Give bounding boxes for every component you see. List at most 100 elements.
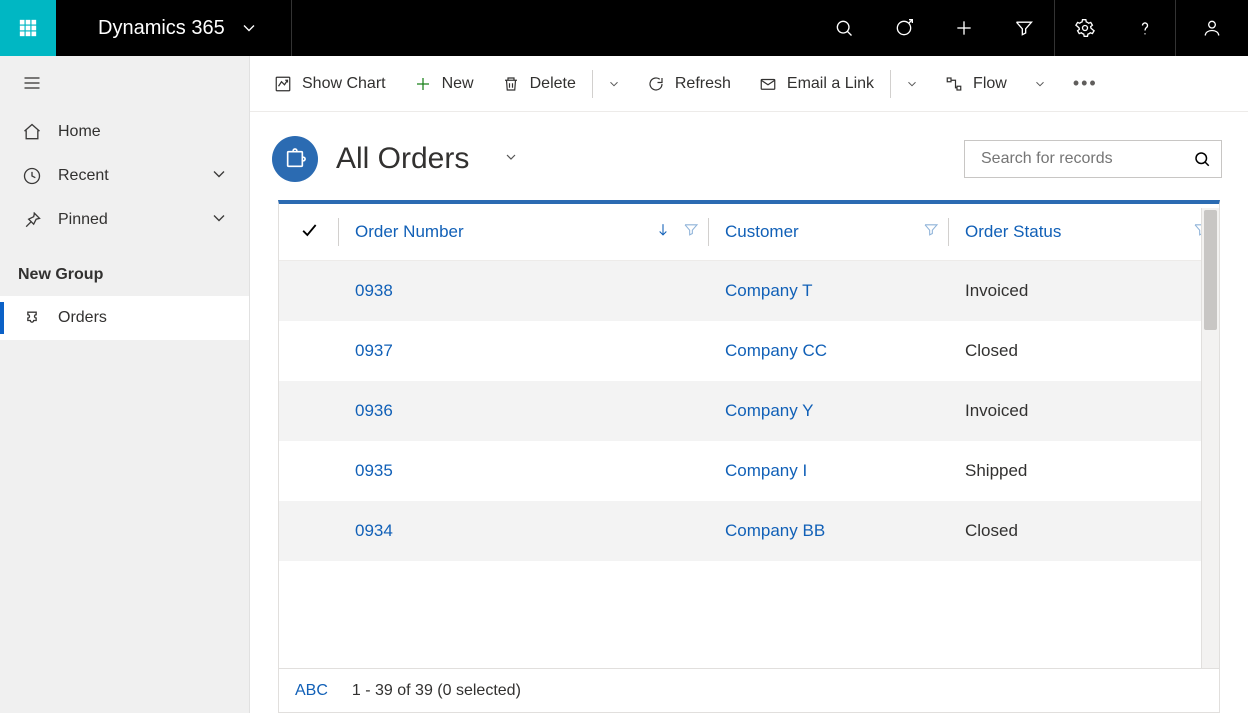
grid-container: Order Number Customer <box>278 200 1220 713</box>
person-icon <box>1202 18 1222 38</box>
view-selector-button[interactable] <box>503 149 519 170</box>
plus-icon <box>414 75 432 93</box>
more-commands-button[interactable]: ••• <box>1061 56 1110 111</box>
nav-pinned[interactable]: Pinned <box>0 198 249 242</box>
column-order-number[interactable]: Order Number <box>339 204 709 261</box>
table-row[interactable]: 0936Company YInvoiced <box>279 381 1219 441</box>
task-button[interactable] <box>874 0 934 56</box>
cell-status: Invoiced <box>949 261 1219 322</box>
filter-icon[interactable] <box>683 222 699 243</box>
cell-order-number[interactable]: 0936 <box>339 381 709 441</box>
pin-icon <box>22 210 42 230</box>
help-button[interactable] <box>1115 0 1175 56</box>
chevron-down-icon <box>607 77 621 91</box>
flow-icon <box>945 75 963 93</box>
cell-customer[interactable]: Company CC <box>709 321 949 381</box>
entity-icon <box>272 136 318 182</box>
delete-label: Delete <box>530 75 576 93</box>
gear-icon <box>1075 18 1095 38</box>
cell-customer[interactable]: Company T <box>709 261 949 322</box>
clock-icon <box>22 166 42 186</box>
flow-button[interactable]: Flow <box>933 56 1019 111</box>
search-icon <box>1193 150 1211 168</box>
app-launcher-button[interactable] <box>0 0 56 56</box>
nav-home[interactable]: Home <box>0 110 249 154</box>
nav-orders-label: Orders <box>58 309 107 327</box>
cell-order-number[interactable]: 0934 <box>339 501 709 561</box>
table-header-row: Order Number Customer <box>279 204 1219 261</box>
search-records-box[interactable] <box>964 140 1222 178</box>
add-button[interactable] <box>934 0 994 56</box>
filter-button[interactable] <box>994 0 1054 56</box>
column-order-status-label: Order Status <box>965 222 1061 241</box>
nav-recent[interactable]: Recent <box>0 154 249 198</box>
view-header: All Orders <box>250 112 1248 200</box>
view-title: All Orders <box>336 142 469 176</box>
table-row[interactable]: 0935Company IShipped <box>279 441 1219 501</box>
main-content: Show Chart New Delete Refresh <box>250 56 1248 713</box>
chevron-down-icon <box>239 18 259 38</box>
flow-label: Flow <box>973 75 1007 93</box>
cell-status: Closed <box>949 321 1219 381</box>
cell-order-number[interactable]: 0937 <box>339 321 709 381</box>
search-button[interactable] <box>814 0 874 56</box>
column-order-number-label: Order Number <box>355 222 464 241</box>
refresh-icon <box>647 75 665 93</box>
cell-customer[interactable]: Company Y <box>709 381 949 441</box>
table-row[interactable]: 0938Company TInvoiced <box>279 261 1219 322</box>
account-button[interactable] <box>1176 0 1248 56</box>
delete-button[interactable]: Delete <box>490 56 588 111</box>
flow-split-button[interactable] <box>1023 56 1057 111</box>
question-icon <box>1135 18 1155 38</box>
cell-customer[interactable]: Company I <box>709 441 949 501</box>
puzzle-icon <box>284 148 306 170</box>
filter-icon[interactable] <box>923 222 939 243</box>
footer-count: 1 - 39 of 39 (0 selected) <box>352 682 521 700</box>
new-button[interactable]: New <box>402 56 486 111</box>
chevron-down-icon <box>905 77 919 91</box>
cell-customer[interactable]: Company BB <box>709 501 949 561</box>
nav-home-label: Home <box>58 123 101 141</box>
select-all-column[interactable] <box>279 204 339 261</box>
home-icon <box>22 122 42 142</box>
settings-button[interactable] <box>1055 0 1115 56</box>
nav-orders[interactable]: Orders <box>0 296 249 340</box>
command-bar: Show Chart New Delete Refresh <box>250 56 1248 112</box>
show-chart-button[interactable]: Show Chart <box>262 56 398 111</box>
email-link-button[interactable]: Email a Link <box>747 56 886 111</box>
table-row[interactable]: 0937Company CCClosed <box>279 321 1219 381</box>
cell-order-number[interactable]: 0935 <box>339 441 709 501</box>
new-label: New <box>442 75 474 93</box>
sort-desc-icon[interactable] <box>655 222 671 243</box>
show-chart-label: Show Chart <box>302 75 386 93</box>
brand-area[interactable]: Dynamics 365 <box>56 0 292 56</box>
mail-icon <box>759 75 777 93</box>
chevron-down-icon <box>503 149 519 165</box>
cell-status: Shipped <box>949 441 1219 501</box>
search-records-input[interactable] <box>979 149 1193 169</box>
nav-collapse-button[interactable] <box>0 56 249 110</box>
search-icon <box>834 18 854 38</box>
ellipsis-icon: ••• <box>1073 73 1098 94</box>
refresh-button[interactable]: Refresh <box>635 56 743 111</box>
chart-icon <box>274 75 292 93</box>
table-row[interactable]: 0934Company BBClosed <box>279 501 1219 561</box>
column-customer[interactable]: Customer <box>709 204 949 261</box>
delete-split-button[interactable] <box>597 56 631 111</box>
cell-status: Invoiced <box>949 381 1219 441</box>
scrollbar-thumb[interactable] <box>1204 210 1217 330</box>
footer-index-link[interactable]: ABC <box>295 682 328 700</box>
cell-order-number[interactable]: 0938 <box>339 261 709 322</box>
target-icon <box>894 18 914 38</box>
vertical-scrollbar[interactable] <box>1201 208 1219 668</box>
column-customer-label: Customer <box>725 222 799 241</box>
grid-footer: ABC 1 - 39 of 39 (0 selected) <box>279 668 1219 712</box>
hamburger-icon <box>22 73 42 93</box>
trash-icon <box>502 75 520 93</box>
nav-recent-label: Recent <box>58 167 109 185</box>
waffle-icon <box>18 18 38 38</box>
column-order-status[interactable]: Order Status <box>949 204 1219 261</box>
chevron-down-icon <box>1033 77 1047 91</box>
plus-icon <box>954 18 974 38</box>
email-link-split-button[interactable] <box>895 56 929 111</box>
